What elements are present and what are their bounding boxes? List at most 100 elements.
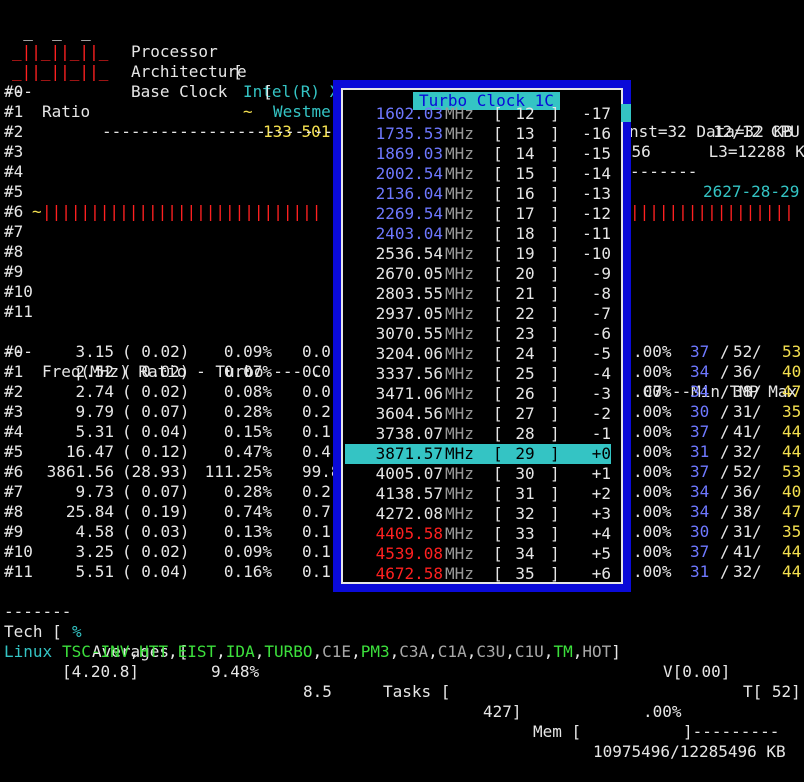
- option-bracket-close: ]: [550, 444, 560, 463]
- turbo-clock-option[interactable]: 2403.04 MHz[18] -11: [345, 224, 611, 244]
- turbo-clock-list-frame: Turbo Clock 1C 1602.03 MHz[12] -17 1735.53 M…: [341, 88, 631, 584]
- min-temp: 37: [690, 422, 710, 441]
- turbo-clock-option[interactable]: 4272.08 MHz[32] +3: [345, 504, 611, 524]
- option-frequency: 2403.04: [375, 224, 443, 243]
- option-unit: MHz: [445, 284, 474, 303]
- turbo-clock-option[interactable]: 2269.54 MHz[17] -12: [345, 204, 611, 224]
- turbo-clock-option[interactable]: 3337.56 MHz[25] -4: [345, 364, 611, 384]
- turbo-clock-option[interactable]: 1735.53 MHz[13] -16: [345, 124, 611, 144]
- slash-1: /: [720, 522, 730, 541]
- option-unit: MHz: [445, 144, 474, 163]
- turbo-clock-option[interactable]: 1602.03 MHz[12] -17: [345, 104, 611, 124]
- option-bracket-close: ]: [550, 304, 560, 323]
- mem-label: Mem [: [533, 722, 582, 741]
- slash-2: /: [752, 402, 762, 421]
- option-offset: +4: [591, 524, 611, 543]
- option-offset: -16: [582, 124, 611, 143]
- freq-value: 9.79: [75, 402, 114, 421]
- option-bracket-close: ]: [550, 104, 560, 123]
- option-frequency: 4539.08: [375, 544, 443, 563]
- averages-value: 9.48%: [211, 662, 260, 681]
- option-ratio: 24: [515, 344, 535, 363]
- turbo-clock-option[interactable]: 4405.58 MHz[33] +4: [345, 524, 611, 544]
- max-temp: 47: [782, 502, 802, 521]
- slash-1: /: [720, 482, 730, 501]
- ratio-value: ( 0.03): [122, 522, 190, 541]
- turbo-clock-option[interactable]: 2670.05 MHz[20] -9: [345, 264, 611, 284]
- option-ratio: 17: [515, 204, 535, 223]
- option-offset: +3: [591, 504, 611, 523]
- freq-value: 9.73: [75, 482, 114, 501]
- core-ratio-bar-tail: |||||||||||||||||: [630, 202, 794, 221]
- option-frequency: 2136.04: [375, 184, 443, 203]
- flag-separator: ,: [466, 642, 477, 661]
- turbo-clock-option[interactable]: 3604.56 MHz[27] -2: [345, 404, 611, 424]
- option-offset: +2: [591, 484, 611, 503]
- freq-value: 3861.56: [46, 462, 114, 481]
- core-label: #6: [4, 202, 24, 221]
- ratio-value: ( 0.07): [122, 402, 190, 421]
- turbo-clock-option[interactable]: 3871.57 MHz[29] +0: [345, 444, 611, 464]
- slash-2: /: [752, 502, 762, 521]
- max-temp: 40: [782, 362, 802, 381]
- option-bracket-close: ]: [550, 384, 560, 403]
- option-ratio: 33: [515, 524, 535, 543]
- turbo-clock-dialog[interactable]: Turbo Clock 1C 1602.03 MHz[12] -17 1735.53 M…: [333, 80, 631, 592]
- slash-1: /: [720, 502, 730, 521]
- turbo-clock-option[interactable]: 3738.07 MHz[28] -1: [345, 424, 611, 444]
- turbo-clock-option[interactable]: 2803.55 MHz[21] -8: [345, 284, 611, 304]
- c0-value: 0.1: [302, 522, 331, 541]
- turbo-clock-option[interactable]: 3070.55 MHz[23] -6: [345, 324, 611, 344]
- turbo-clock-option[interactable]: 2002.54 MHz[15] -14: [345, 164, 611, 184]
- slash-2: /: [752, 362, 762, 381]
- ratio-ruler: --- Ratio ------------------------ 12 --…: [4, 82, 800, 201]
- option-offset: -9: [591, 264, 611, 283]
- option-unit: MHz: [445, 124, 474, 143]
- core-activity-marker: ~: [32, 202, 42, 221]
- flag-separator: ,: [572, 642, 583, 661]
- option-ratio: 28: [515, 424, 535, 443]
- turbo-clock-option[interactable]: 2937.05 MHz[22] -7: [345, 304, 611, 324]
- ratio-value: ( 0.02): [122, 382, 190, 401]
- min-temp: 37: [690, 342, 710, 361]
- turbo-clock-option[interactable]: 4005.07 MHz[30] +1: [345, 464, 611, 484]
- option-unit: MHz: [445, 264, 474, 283]
- option-frequency: 3337.56: [375, 364, 443, 383]
- turbo-clock-option[interactable]: 2136.04 MHz[16] -13: [345, 184, 611, 204]
- option-bracket-close: ]: [550, 204, 560, 223]
- turbo-clock-option[interactable]: 4672.58 MHz[35] +6: [345, 564, 611, 584]
- option-ratio: 31: [515, 484, 535, 503]
- ratio-value: ( 0.02): [122, 542, 190, 561]
- vcore-value: V[0.00]: [663, 662, 731, 681]
- option-bracket-close: ]: [550, 484, 560, 503]
- c0-value: 0.0: [302, 382, 331, 401]
- option-frequency: 1602.03: [375, 104, 443, 123]
- c7-value: .00%: [633, 342, 672, 361]
- option-unit: MHz: [445, 184, 474, 203]
- option-unit: MHz: [445, 244, 474, 263]
- core-label: #2: [4, 122, 24, 141]
- scrollbar-thumb[interactable]: [621, 104, 631, 122]
- freq-value: 3.25: [75, 542, 114, 561]
- option-ratio: 23: [515, 324, 535, 343]
- turbo-clock-option[interactable]: 4539.08 MHz[34] +5: [345, 544, 611, 564]
- temp-value: T[ 52]: [743, 682, 801, 701]
- option-offset: -14: [582, 164, 611, 183]
- option-frequency: 3204.06: [375, 344, 443, 363]
- turbo-clock-option[interactable]: 3471.06 MHz[26] -3: [345, 384, 611, 404]
- turbo-clock-option[interactable]: 3204.06 MHz[24] -5: [345, 344, 611, 364]
- option-bracket-close: ]: [550, 464, 560, 483]
- turbo-clock-option[interactable]: 4138.57 MHz[31] +2: [345, 484, 611, 504]
- option-frequency: 3738.07: [375, 424, 443, 443]
- tech-flag-tsc-inv: TSC-INV: [62, 642, 130, 661]
- slash-2: /: [752, 422, 762, 441]
- c0-value: 0.1: [302, 542, 331, 561]
- flag-separator: ,: [312, 642, 323, 661]
- turbo-clock-option[interactable]: 1869.03 MHz[14] -15: [345, 144, 611, 164]
- mem-value: 10975496/12285496 KB: [593, 742, 786, 761]
- freq-value: 2.52: [75, 362, 114, 381]
- ratio-value: ( 0.02): [122, 342, 190, 361]
- option-ratio: 26: [515, 384, 535, 403]
- turbo-clock-option[interactable]: 2536.54 MHz[19] -10: [345, 244, 611, 264]
- tech-flag-c1e: C1E: [322, 642, 352, 661]
